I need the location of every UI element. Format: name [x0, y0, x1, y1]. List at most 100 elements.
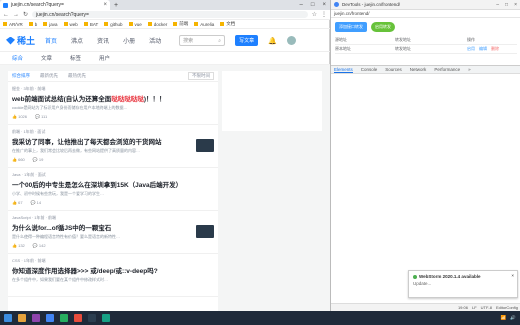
tab-sources[interactable]: Sources: [385, 67, 402, 72]
add-forward-button[interactable]: 添加接口转发: [335, 22, 367, 32]
nav-item-pins[interactable]: 沸点: [71, 36, 83, 45]
time-range-select[interactable]: 不限时间: [188, 72, 214, 80]
tab-performance[interactable]: Performance: [434, 67, 460, 72]
delete-link[interactable]: 删除: [491, 46, 499, 52]
entry-title[interactable]: web前端面试总结(自认为还算全面哒哒哒哒哒)！！！: [12, 93, 214, 103]
star-icon[interactable]: ☆: [312, 11, 317, 18]
avatar[interactable]: [286, 36, 296, 45]
comment-count[interactable]: 💬 19: [33, 157, 44, 162]
comment-count[interactable]: 💬 142: [33, 243, 46, 248]
minimize-icon[interactable]: –: [300, 2, 303, 8]
update-link[interactable]: Update...: [413, 281, 513, 286]
bookmark-item[interactable]: web: [64, 22, 78, 27]
start-icon[interactable]: [4, 314, 12, 322]
bookmark-item[interactable]: 文档: [220, 21, 235, 27]
webstorm-taskbar-icon[interactable]: [88, 314, 96, 322]
like-count[interactable]: 👍 660: [12, 157, 25, 162]
app-icon[interactable]: [60, 314, 68, 322]
filter-hottest[interactable]: 最热优先: [68, 73, 86, 79]
status-editorconfig[interactable]: EditorConfig: [496, 305, 518, 310]
search-icon[interactable]: ⌕: [218, 38, 221, 44]
forward-icon[interactable]: →: [13, 12, 19, 18]
app-icon[interactable]: [32, 314, 40, 322]
entry-title[interactable]: 你知道深度作用选择器>>> 或/deep/或::v-deep吗?: [12, 265, 214, 275]
page-content: 综合排序 最新优先 最热优先 不限时间 掘金 · 3年前 · 前端 web前端面…: [0, 65, 330, 311]
subnav-item-users[interactable]: 用户: [99, 54, 110, 62]
address-input[interactable]: juejin.cn/search?query=: [32, 11, 308, 18]
close-tab-icon[interactable]: ×: [103, 2, 107, 8]
bookmark-item[interactable]: AR/VR: [3, 22, 23, 27]
bell-icon[interactable]: 🔔: [268, 37, 277, 45]
sidebar-panel: [222, 71, 322, 131]
extension-page: 添加接口转发 启用转发 源地址 转发地址 操作 原本地址 转发地址 启用 编辑 …: [331, 18, 520, 66]
toast-header: WebStorm 2020.1.4 available: [413, 274, 513, 279]
entry-thumbnail[interactable]: [196, 225, 214, 238]
app-icon[interactable]: [74, 314, 82, 322]
entry-title[interactable]: 一个00后的中专生是怎么在深圳拿到15K（Java后端开发）: [12, 179, 214, 189]
list-item[interactable]: 前端 · 1年前 · 面试 我采访了同事，让他推出了每天都会浏览的干货网站 在推…: [8, 125, 218, 168]
maximize-icon[interactable]: □: [505, 2, 508, 8]
nav-item-books[interactable]: 小册: [123, 36, 135, 45]
close-icon[interactable]: ×: [511, 273, 514, 278]
cell-source: 原本地址: [335, 46, 351, 51]
minimize-icon[interactable]: –: [496, 2, 499, 8]
update-notification[interactable]: WebStorm 2020.1.4 available Update... ×: [408, 270, 518, 298]
more-tabs-icon[interactable]: »: [468, 67, 471, 72]
subnav-item-tags[interactable]: 标签: [70, 54, 81, 62]
nav-item-news[interactable]: 资讯: [97, 36, 109, 45]
site-logo[interactable]: 稀土: [6, 34, 35, 47]
bookmark-item[interactable]: b: [29, 22, 38, 27]
status-line-ending[interactable]: LF: [472, 305, 477, 310]
new-tab-icon[interactable]: +: [114, 2, 118, 9]
subnav-item-articles[interactable]: 文章: [41, 54, 52, 62]
like-count[interactable]: 👍 1026: [12, 114, 27, 119]
bookmark-item[interactable]: java: [43, 22, 57, 27]
subnav-item-all[interactable]: 综合: [12, 54, 23, 62]
enable-link[interactable]: 启用: [467, 46, 475, 52]
file-explorer-icon[interactable]: [18, 314, 26, 322]
bookmark-item[interactable]: docker: [148, 22, 168, 27]
edit-link[interactable]: 编辑: [479, 46, 487, 52]
back-icon[interactable]: ←: [3, 12, 9, 18]
tab-elements[interactable]: Elements: [334, 67, 353, 73]
network-icon[interactable]: 📶: [501, 315, 507, 321]
like-count[interactable]: 👍 132: [12, 243, 25, 248]
maximize-icon[interactable]: □: [311, 2, 315, 8]
search-input[interactable]: 搜索 ⌕: [179, 35, 226, 46]
bookmark-item[interactable]: Aurelia: [194, 22, 214, 27]
entry-thumbnail[interactable]: [196, 139, 214, 152]
enable-forward-button[interactable]: 启用转发: [371, 22, 395, 32]
comment-count[interactable]: 💬 14: [31, 200, 42, 205]
entry-title[interactable]: 我采访了同事，让他推出了每天都会浏览的干货网站: [12, 136, 214, 146]
bookmark-item[interactable]: 前端: [173, 21, 188, 27]
close-window-icon[interactable]: ×: [514, 2, 517, 8]
status-encoding[interactable]: UTF-8: [481, 305, 492, 310]
nav-item-home[interactable]: 首页: [45, 36, 57, 45]
entry-title[interactable]: 为什么说for...of循JS中的一颗宝石: [12, 222, 214, 232]
bookmark-item[interactable]: vue: [129, 22, 142, 27]
comment-count[interactable]: 💬 111: [35, 114, 47, 119]
app-icon[interactable]: [102, 314, 110, 322]
nav-item-events[interactable]: 活动: [149, 36, 161, 45]
menu-icon[interactable]: ⋮: [321, 11, 327, 18]
system-tray: 📶 🔊: [501, 315, 516, 321]
filter-default[interactable]: 综合排序: [12, 73, 30, 79]
tab-console[interactable]: Console: [361, 67, 378, 72]
write-article-button[interactable]: 写文章: [235, 35, 259, 46]
volume-icon[interactable]: 🔊: [510, 315, 516, 321]
like-count[interactable]: 👍 67: [12, 200, 23, 205]
bookmark-item[interactable]: github: [104, 22, 122, 27]
list-item[interactable]: JavaScript · 1年前 · 前端 为什么说for...of循JS中的一…: [8, 211, 218, 254]
close-window-icon[interactable]: ×: [322, 2, 326, 8]
reload-icon[interactable]: ↻: [23, 11, 28, 18]
list-item[interactable]: 掘金 · 3年前 · 前端 web前端面试总结(自认为还算全面哒哒哒哒哒)！！！…: [8, 82, 218, 125]
bookmark-item[interactable]: BAT: [84, 22, 98, 27]
list-item[interactable]: Java · 1年前 · 面试 一个00后的中专生是怎么在深圳拿到15K（Jav…: [8, 168, 218, 211]
entry-abstract: 在推广的事上，我们常会比较后再去做，有些网站提供了高质量的内容…: [12, 148, 140, 153]
list-item[interactable]: CSS · 1年前 · 前端 你知道深度作用选择器>>> 或/deep/或::v…: [8, 254, 218, 297]
chrome-icon[interactable]: [46, 314, 54, 322]
filter-newest[interactable]: 最新优先: [40, 73, 58, 79]
devtools-window: DevTools - juejin.cn/frontend/ – □ × jue…: [330, 0, 520, 311]
tab-network[interactable]: Network: [410, 67, 427, 72]
browser-tab[interactable]: juejin.cn/search?query= ×: [0, 0, 110, 10]
